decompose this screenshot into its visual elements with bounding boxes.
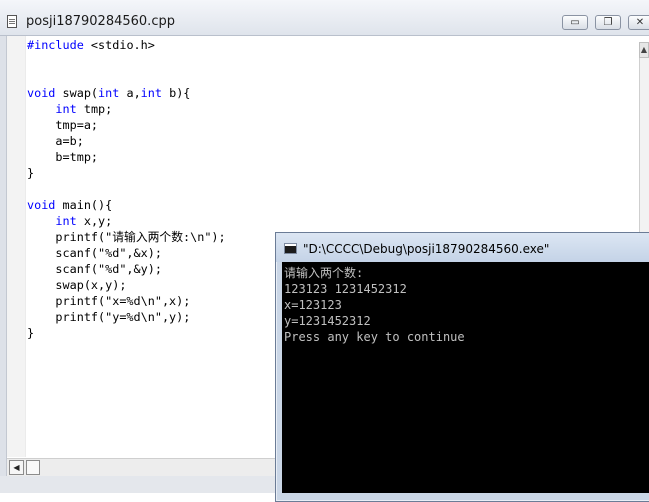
code-line: printf("请输入两个数:\n"); [27, 229, 226, 245]
code-text: main(){ [55, 198, 113, 212]
code-keyword: void [27, 86, 56, 100]
console-output-line: x=123123 [284, 298, 342, 312]
restore-button[interactable]: ❐ [595, 15, 621, 30]
console-output-line: 123123 1231452312 [284, 282, 407, 296]
status-strip [0, 476, 277, 493]
close-button[interactable]: ✕ [628, 15, 649, 30]
cpp-file-icon [7, 15, 17, 28]
code-line: swap(x,y); [27, 277, 226, 293]
code-text: a=b; [27, 134, 84, 148]
code-line: int tmp; [27, 101, 226, 117]
code-text: a, [119, 86, 141, 100]
code-line: b=tmp; [27, 149, 226, 165]
code-line: printf("y=%d\n",y); [27, 309, 226, 325]
code-text: scanf("%d",&y); [27, 262, 162, 276]
code-keyword: int [98, 86, 120, 100]
code-text: <stdio.h> [83, 38, 155, 52]
code-line: a=b; [27, 133, 226, 149]
code-keyword: int [55, 214, 77, 228]
code-text: printf("y=%d\n",y); [27, 310, 191, 324]
code-keyword: void [27, 198, 56, 212]
code-keyword: int [55, 102, 77, 116]
scroll-up-icon[interactable]: ▲ [639, 42, 649, 58]
code-text: } [27, 326, 35, 340]
code-line: printf("x=%d\n",x); [27, 293, 226, 309]
code-text: tmp=a; [27, 118, 99, 132]
editor-gutter [7, 36, 26, 457]
console-output-line: 请输入两个数: [284, 266, 364, 280]
code-text: } [27, 166, 35, 180]
code-keyword: #include [27, 38, 84, 52]
console-output: 请输入两个数: 123123 1231452312 x=123123 y=123145… [284, 265, 465, 345]
console-output-line: y=1231452312 [284, 314, 371, 328]
code-text: b){ [161, 86, 191, 100]
scroll-left-icon[interactable]: ◀ [9, 460, 24, 475]
code-text: b=tmp; [27, 150, 99, 164]
console-output-line: Press any key to continue [284, 330, 465, 344]
code-text: tmp; [76, 102, 113, 116]
horizontal-scrollbar[interactable] [7, 458, 277, 476]
code-line: #include <stdio.h> [27, 37, 226, 53]
code-text: printf("请输入两个数:\n"); [27, 230, 226, 244]
code-line: } [27, 165, 226, 181]
horizontal-scroll-thumb[interactable] [26, 460, 40, 475]
code-text: swap(x,y); [27, 278, 127, 292]
code-text: scanf("%d",&x); [27, 246, 162, 260]
console-title: "D:\CCCC\Debug\posji18790284560.exe" [303, 242, 550, 256]
code-line: void swap(int a,int b){ [27, 85, 226, 101]
code-line: tmp=a; [27, 117, 226, 133]
source-code[interactable]: #include <stdio.h> void swap(int a,int b… [27, 37, 226, 341]
code-line: void main(){ [27, 197, 226, 213]
code-line: int x,y; [27, 213, 226, 229]
editor-left-edge [0, 36, 7, 493]
minimize-button[interactable]: ▭ [562, 15, 588, 30]
code-line: scanf("%d",&x); [27, 245, 226, 261]
console-app-icon [284, 243, 297, 254]
code-text: printf("x=%d\n",x); [27, 294, 191, 308]
editor-title: posji18790284560.cpp [26, 14, 175, 29]
code-text: swap( [55, 86, 99, 100]
code-text: x,y; [76, 214, 113, 228]
code-line: } [27, 325, 226, 341]
code-line: scanf("%d",&y); [27, 261, 226, 277]
code-keyword: int [140, 86, 162, 100]
